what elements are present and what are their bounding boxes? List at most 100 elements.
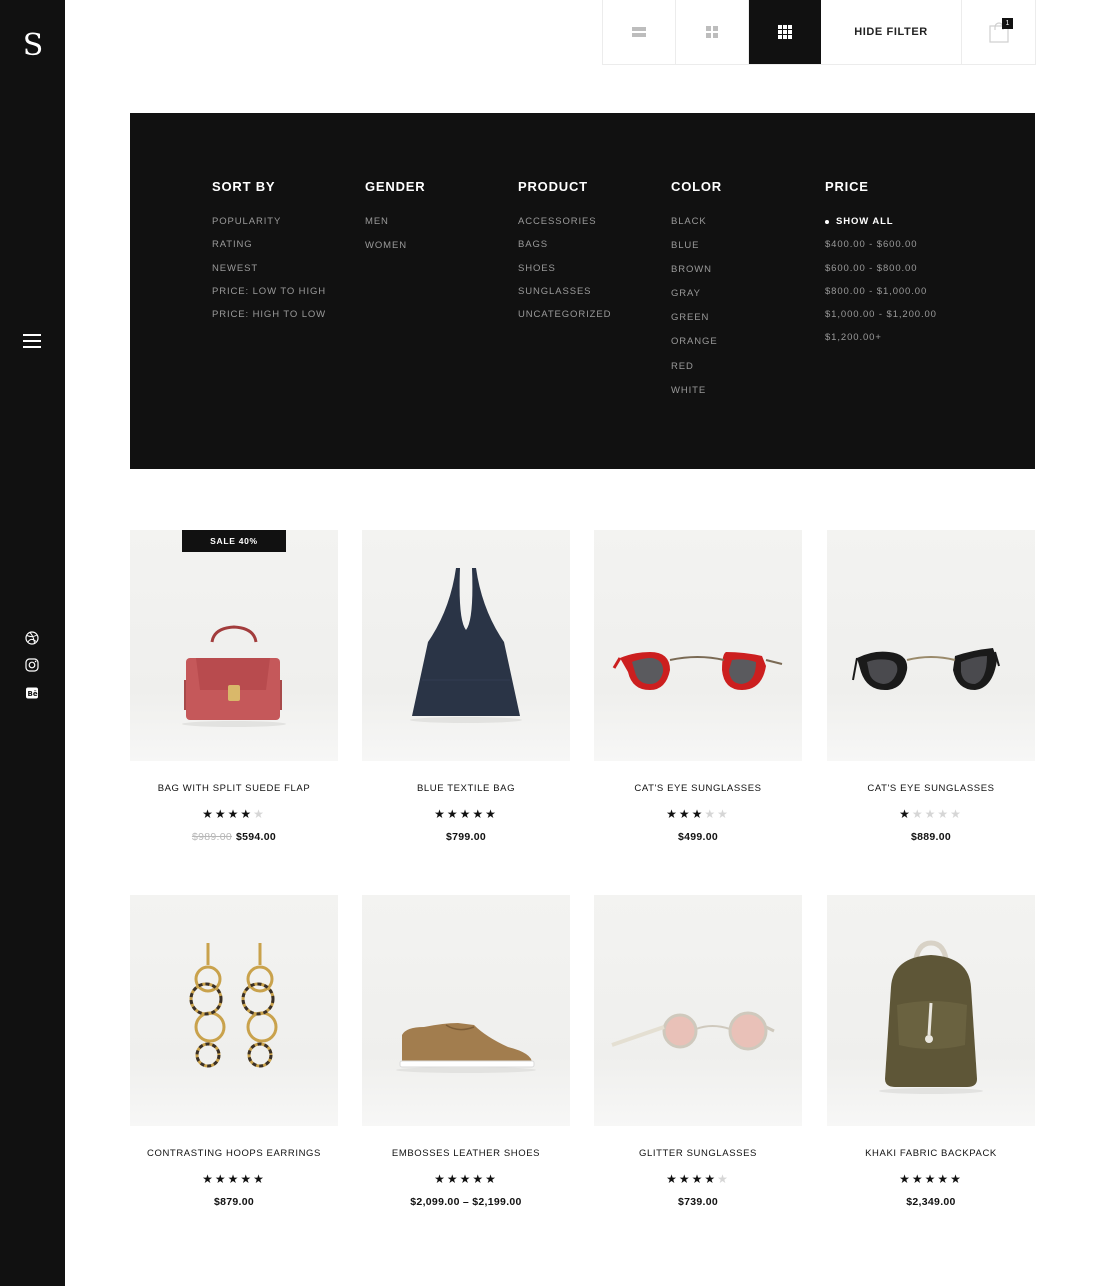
grid-9-view-button[interactable] xyxy=(749,0,821,64)
price-option[interactable]: $400.00 - $600.00 xyxy=(825,239,937,262)
product-card: CONTRASTING HOOPS EARRINGS ★★★★★ $879.00 xyxy=(130,895,338,1208)
logo[interactable]: S xyxy=(18,28,48,64)
product-image[interactable]: SALE 40% xyxy=(130,530,338,761)
product-image[interactable] xyxy=(827,895,1035,1126)
rating-stars: ★★★★★ xyxy=(827,807,1035,821)
product-image[interactable] xyxy=(594,530,802,761)
list-view-icon xyxy=(632,27,646,37)
color-option[interactable]: BLACK xyxy=(671,216,722,240)
star-filled-icon: ★ xyxy=(899,1172,912,1186)
product-card: CAT'S EYE SUNGLASSES ★★★★★ $499.00 xyxy=(594,530,802,843)
grid-9-view-icon xyxy=(778,25,792,39)
product-name[interactable]: KHAKI FABRIC BACKPACK xyxy=(827,1148,1035,1160)
star-empty-icon: ★ xyxy=(253,807,266,821)
black-sunglasses-image xyxy=(852,648,1000,690)
color-option[interactable]: GREEN xyxy=(671,312,722,336)
star-empty-icon: ★ xyxy=(950,807,963,821)
filter-gender: GENDER MEN WOMEN xyxy=(365,179,425,264)
product-name[interactable]: BAG WITH SPLIT SUEDE FLAP xyxy=(130,783,338,795)
cart-button[interactable]: 1 xyxy=(962,0,1035,64)
filter-panel: SORT BY POPULARITY RATING NEWEST PRICE: … xyxy=(130,113,1035,469)
star-filled-icon: ★ xyxy=(446,1172,460,1186)
svg-text:Bē: Bē xyxy=(28,690,38,698)
star-filled-icon: ★ xyxy=(459,1172,473,1186)
hide-filter-button[interactable]: HIDE FILTER xyxy=(821,0,962,64)
product-price: $879.00 xyxy=(213,1196,255,1208)
star-empty-icon: ★ xyxy=(911,807,925,821)
star-filled-icon: ★ xyxy=(459,807,473,821)
star-filled-icon: ★ xyxy=(202,807,215,821)
sort-option[interactable]: POPULARITY xyxy=(212,216,326,239)
gender-option[interactable]: WOMEN xyxy=(365,240,425,264)
product-image[interactable] xyxy=(594,895,802,1126)
star-filled-icon: ★ xyxy=(899,807,912,821)
gender-option[interactable]: MEN xyxy=(365,216,425,240)
instagram-icon[interactable] xyxy=(25,658,39,672)
star-filled-icon: ★ xyxy=(666,1172,679,1186)
price-option[interactable]: $800.00 - $1,000.00 xyxy=(825,286,937,309)
product-name[interactable]: CAT'S EYE SUNGLASSES xyxy=(827,783,1035,795)
product-name[interactable]: GLITTER SUNGLASSES xyxy=(594,1148,802,1160)
product-name[interactable]: CAT'S EYE SUNGLASSES xyxy=(594,783,802,795)
star-filled-icon: ★ xyxy=(485,807,498,821)
price-option[interactable]: $1,000.00 - $1,200.00 xyxy=(825,309,937,332)
color-option[interactable]: ORANGE xyxy=(671,336,722,360)
star-empty-icon: ★ xyxy=(924,807,938,821)
star-filled-icon: ★ xyxy=(485,1172,498,1186)
color-option[interactable]: RED xyxy=(671,361,722,385)
filter-heading: SORT BY xyxy=(212,179,276,194)
rating-stars: ★★★★★ xyxy=(362,1172,570,1186)
star-filled-icon: ★ xyxy=(704,1172,718,1186)
sidebar: S Bē xyxy=(0,0,65,1286)
product-image[interactable] xyxy=(362,530,570,761)
price-option[interactable]: $600.00 - $800.00 xyxy=(825,263,937,286)
star-filled-icon: ★ xyxy=(446,807,460,821)
product-price: $989.00 $594.00 xyxy=(130,831,338,843)
grid-4-view-button[interactable] xyxy=(676,0,749,64)
rating-stars: ★★★★★ xyxy=(362,807,570,821)
product-name[interactable]: BLUE TEXTILE BAG xyxy=(362,783,570,795)
price-option[interactable]: $1,200.00+ xyxy=(825,332,937,355)
product-name[interactable]: CONTRASTING HOOPS EARRINGS xyxy=(130,1148,338,1160)
view-toolbar: HIDE FILTER 1 xyxy=(602,0,1036,65)
color-option[interactable]: BLUE xyxy=(671,240,722,264)
sort-option[interactable]: NEWEST xyxy=(212,263,326,286)
product-card: CAT'S EYE SUNGLASSES ★★★★★ $889.00 xyxy=(827,530,1035,843)
shoe-image xyxy=(396,1023,536,1073)
color-option[interactable]: GRAY xyxy=(671,288,722,312)
backpack-image xyxy=(879,940,983,1094)
product-card: GLITTER SUNGLASSES ★★★★★ $739.00 xyxy=(594,895,802,1208)
behance-icon[interactable]: Bē xyxy=(25,686,39,700)
star-filled-icon: ★ xyxy=(214,807,228,821)
sale-price: $594.00 xyxy=(236,831,277,843)
sort-option[interactable]: PRICE: LOW TO HIGH xyxy=(212,286,326,309)
star-filled-icon: ★ xyxy=(911,1172,925,1186)
earrings-image xyxy=(189,943,278,1068)
old-price: $989.00 xyxy=(191,831,232,843)
product-image[interactable] xyxy=(130,895,338,1126)
dribbble-icon[interactable] xyxy=(25,631,39,645)
list-view-button[interactable] xyxy=(603,0,676,64)
filter-price: PRICE SHOW ALL $400.00 - $600.00 $600.00… xyxy=(825,179,937,356)
rating-stars: ★★★★★ xyxy=(594,807,802,821)
red-sunglasses-image xyxy=(612,652,783,690)
sort-option[interactable]: PRICE: HIGH TO LOW xyxy=(212,309,326,332)
color-option[interactable]: WHITE xyxy=(671,385,722,409)
price-option-selected[interactable]: SHOW ALL xyxy=(825,216,937,239)
product-price: $889.00 xyxy=(910,831,952,843)
product-name[interactable]: EMBOSSES LEATHER SHOES xyxy=(362,1148,570,1160)
grid-4-view-icon xyxy=(706,26,718,38)
sort-option[interactable]: RATING xyxy=(212,239,326,262)
filter-heading: GENDER xyxy=(365,179,426,194)
color-option[interactable]: BROWN xyxy=(671,264,722,288)
rating-stars: ★★★★★ xyxy=(130,807,338,821)
product-image[interactable] xyxy=(827,530,1035,761)
star-filled-icon: ★ xyxy=(434,1172,447,1186)
star-filled-icon: ★ xyxy=(950,1172,963,1186)
star-filled-icon: ★ xyxy=(691,1172,705,1186)
product-image[interactable] xyxy=(362,895,570,1126)
hamburger-icon[interactable] xyxy=(23,334,41,348)
star-filled-icon: ★ xyxy=(253,1172,266,1186)
star-filled-icon: ★ xyxy=(434,807,447,821)
product-price: $2,099.00 – $2,199.00 xyxy=(410,1196,522,1208)
